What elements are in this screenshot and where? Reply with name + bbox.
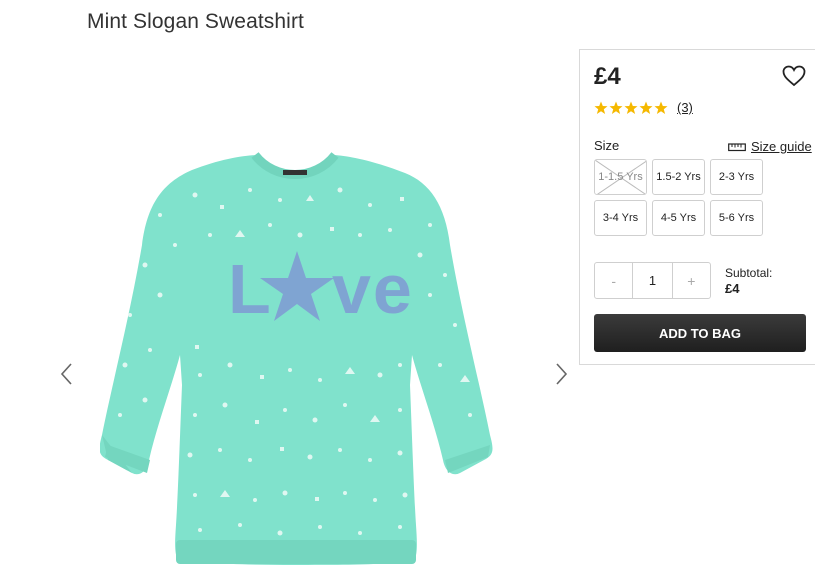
product-title: Mint Slogan Sweatshirt [87,10,304,33]
size-option-1-5-2-yrs[interactable]: 1.5-2 Yrs [652,159,705,195]
size-option-5-6-yrs[interactable]: 5-6 Yrs [710,200,763,236]
svg-text:ve: ve [332,250,414,328]
purchase-panel: £4 (3) Size Size guide 1-1.5 Yrs 1.5-2 Y… [579,49,815,365]
ruler-icon [728,142,746,151]
review-count-link[interactable]: (3) [677,100,693,115]
heart-icon [782,65,806,87]
chevron-left-icon [60,363,72,385]
add-to-bag-button[interactable]: ADD TO BAG [594,314,806,352]
quantity-input[interactable]: 1 [632,263,673,298]
size-label: Size [594,138,620,153]
gallery-prev-button[interactable] [57,359,77,389]
product-gallery: L ve [55,135,580,584]
size-option-3-4-yrs[interactable]: 3-4 Yrs [594,200,647,236]
chevron-right-icon [556,363,568,385]
subtotal: Subtotal: £4 [725,265,772,297]
gallery-next-button[interactable] [551,359,571,389]
quantity-decrease-button[interactable]: - [595,263,632,298]
size-option-label: 3-4 Yrs [602,212,639,224]
size-guide-label: Size guide [751,139,812,154]
size-option-label: 5-6 Yrs [718,212,755,224]
size-guide-link[interactable]: Size guide [728,139,812,154]
star-icon [654,101,668,114]
rating-stars [594,101,668,115]
star-icon [624,101,638,114]
size-option-label: 1-1.5 Yrs [598,171,643,183]
subtotal-label: Subtotal: [725,266,773,280]
product-image: L ve [100,152,493,565]
size-option-4-5-yrs[interactable]: 4-5 Yrs [652,200,705,236]
star-icon [594,101,608,114]
size-option-label: 1.5-2 Yrs [656,171,701,183]
size-option-label: 2-3 Yrs [718,171,755,183]
size-option-label: 4-5 Yrs [660,212,697,224]
price: £4 [594,63,621,90]
quantity-stepper: - 1 + [594,262,711,299]
svg-text:L: L [228,250,273,328]
wishlist-button[interactable] [782,65,806,87]
subtotal-value: £4 [725,281,740,296]
star-icon [609,101,623,114]
size-option-1-1-5-yrs[interactable]: 1-1.5 Yrs [594,159,647,195]
quantity-increase-button[interactable]: + [673,263,710,298]
star-icon [639,101,653,114]
size-option-2-3-yrs[interactable]: 2-3 Yrs [710,159,763,195]
